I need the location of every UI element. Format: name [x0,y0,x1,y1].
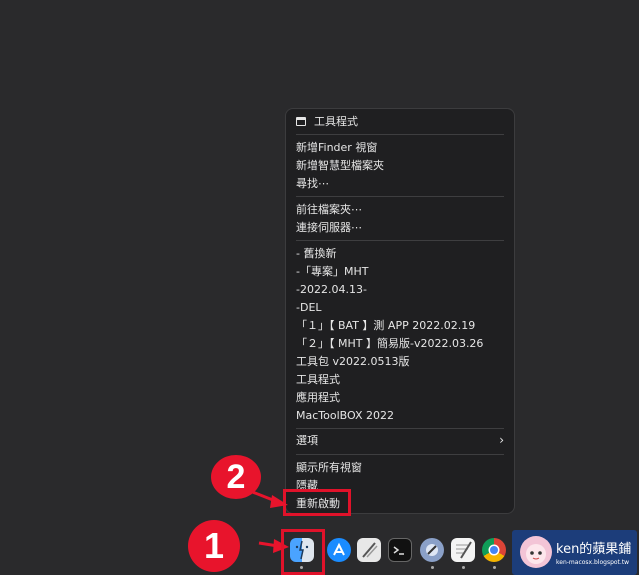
menu-item-recent-folder[interactable]: 工具程式 [296,371,504,388]
script-editor-icon[interactable] [357,538,381,562]
menu-item-recent-folder[interactable]: -DEL [296,299,504,316]
finder-highlight-box [281,529,325,575]
menu-item-recent-folder[interactable]: MacToolBOX 2022 [296,407,504,424]
menu-item-new-finder-window[interactable]: 新增Finder 視窗 [296,139,504,156]
blog-watermark: ken的蘋果鋪 ken-macosx.blogspot.tw [512,530,637,575]
menu-header: 工具程式 [296,113,504,130]
arrow-icon [249,489,288,508]
running-indicator [431,566,434,569]
menu-separator [296,428,504,429]
textedit-icon[interactable] [451,538,475,562]
menu-item-find[interactable]: 尋找⋯ [296,175,504,192]
window-icon [296,117,306,126]
menu-item-recent-folder[interactable]: -「專案」MHT [296,263,504,280]
menu-separator [296,196,504,197]
menu-item-options[interactable]: 選項 › [296,432,504,449]
menu-item-recent-folder[interactable]: 「２」【 MHT 】簡易版-v2022.03.26 [296,335,504,352]
menu-item-recent-folder[interactable]: 「１」【 BAT 】測 APP 2022.02.19 [296,317,504,334]
chrome-icon[interactable] [482,538,506,562]
mascot-avatar-icon [520,536,552,568]
menu-item-connect-to-server[interactable]: 連接伺服器⋯ [296,219,504,236]
menu-item-new-smart-folder[interactable]: 新增智慧型檔案夾 [296,157,504,174]
running-indicator [462,566,465,569]
menu-separator [296,240,504,241]
desktop: 工具程式 新增Finder 視窗 新增智慧型檔案夾 尋找⋯ 前往檔案夾⋯ 連接伺… [0,0,639,575]
watermark-url: ken-macosx.blogspot.tw [556,559,630,566]
menu-separator [296,134,504,135]
dock-context-menu: 工具程式 新增Finder 視窗 新增智慧型檔案夾 尋找⋯ 前往檔案夾⋯ 連接伺… [285,108,515,514]
menu-item-recent-folder[interactable]: 應用程式 [296,389,504,406]
running-indicator [493,566,496,569]
relaunch-highlight-box [283,489,351,516]
chevron-right-icon: › [499,433,504,447]
utility-app-icon[interactable] [420,538,444,562]
menu-item-recent-folder[interactable]: 工具包 v2022.0513版 [296,353,504,370]
menu-item-recent-folder[interactable]: - 舊換新 [296,245,504,262]
menu-item-recent-folder[interactable]: -2022.04.13- [296,281,504,298]
terminal-icon[interactable] [388,538,412,562]
callout-badge-1: 1 [188,520,240,572]
menu-item-go-to-folder[interactable]: 前往檔案夾⋯ [296,201,504,218]
menu-separator [296,454,504,455]
app-store-icon[interactable] [327,538,351,562]
watermark-title: ken的蘋果鋪 [556,542,632,557]
menu-item-show-all-windows[interactable]: 顯示所有視窗 [296,459,504,476]
